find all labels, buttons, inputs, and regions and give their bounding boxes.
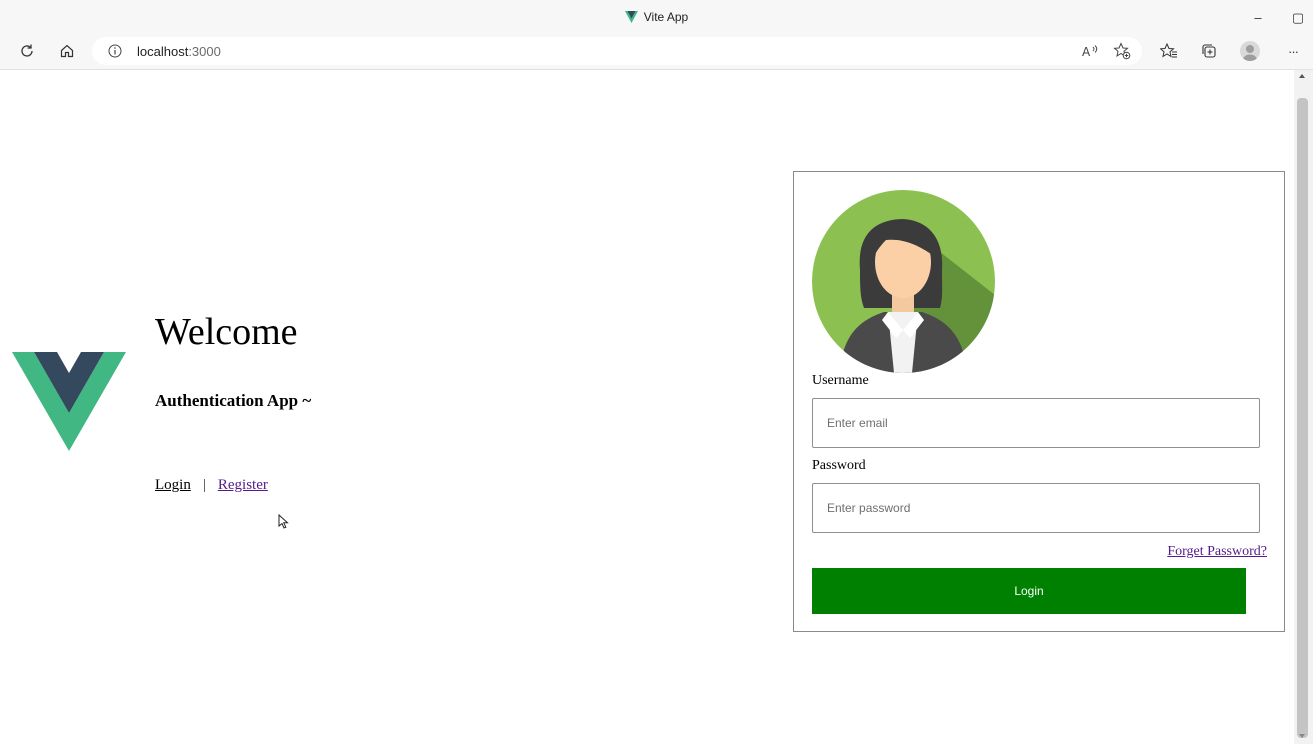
collections-icon[interactable] xyxy=(1198,40,1220,62)
refresh-icon[interactable] xyxy=(16,40,38,62)
scroll-thumb[interactable] xyxy=(1297,98,1308,738)
login-submit-button[interactable]: Login xyxy=(812,568,1246,614)
home-icon[interactable] xyxy=(56,40,78,62)
window-title: Vite App xyxy=(643,10,689,24)
address-bar[interactable]: localhost:3000 A xyxy=(92,37,1142,65)
url-port: :3000 xyxy=(188,44,221,59)
auth-links: Login | Register xyxy=(155,477,268,494)
welcome-heading: Welcome xyxy=(155,311,298,353)
browser-window: Vite App – ▢ localhost:3000 A ··· Welcom… xyxy=(0,0,1313,744)
read-aloud-icon[interactable]: A xyxy=(1080,41,1100,61)
link-separator: | xyxy=(202,477,206,493)
svg-text:A: A xyxy=(1082,45,1091,58)
register-link[interactable]: Register xyxy=(218,477,268,493)
favorites-icon[interactable] xyxy=(1158,40,1180,62)
login-link[interactable]: Login xyxy=(155,477,191,493)
password-label: Password xyxy=(812,458,866,473)
user-avatar-icon xyxy=(812,190,995,373)
app-subtitle: Authentication App ~ xyxy=(155,391,312,410)
window-title-wrap: Vite App xyxy=(0,10,1313,26)
address-url[interactable]: localhost:3000 xyxy=(137,44,221,59)
restore-button[interactable]: ▢ xyxy=(1288,8,1308,28)
browser-toolbar: localhost:3000 A ··· xyxy=(0,33,1313,70)
vue-logo-icon xyxy=(12,352,126,456)
password-input[interactable] xyxy=(812,483,1260,533)
forget-password-link[interactable]: Forget Password? xyxy=(1167,544,1267,560)
scroll-up-arrow-icon[interactable] xyxy=(1299,74,1305,78)
login-card: Username Password Forget Password? Login xyxy=(793,171,1285,632)
info-icon[interactable] xyxy=(108,44,122,58)
add-favorite-icon[interactable] xyxy=(1112,41,1132,61)
scroll-down-arrow-icon[interactable] xyxy=(1299,734,1305,738)
page-viewport: Welcome Authentication App ~ Login | Regis… xyxy=(0,70,1294,744)
minimize-button[interactable]: – xyxy=(1248,8,1268,28)
more-icon[interactable]: ··· xyxy=(1282,40,1304,62)
username-input[interactable] xyxy=(812,398,1260,448)
vite-logo-icon xyxy=(624,11,638,26)
mouse-cursor-icon xyxy=(278,513,290,535)
title-bar: Vite App – ▢ xyxy=(0,0,1313,36)
username-label: Username xyxy=(812,373,869,388)
page-scrollbar[interactable] xyxy=(1294,70,1313,744)
url-host: localhost xyxy=(137,44,189,59)
profile-icon[interactable] xyxy=(1240,41,1260,61)
